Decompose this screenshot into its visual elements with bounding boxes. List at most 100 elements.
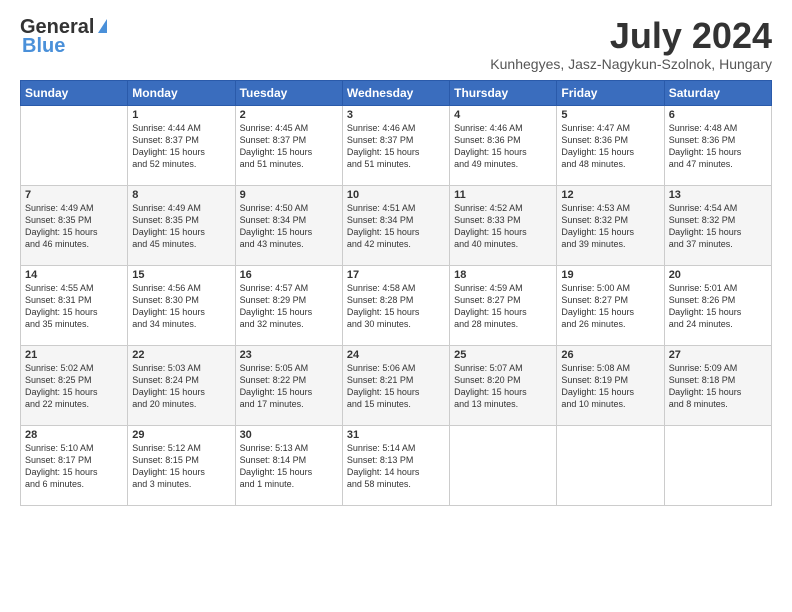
day-info: Sunrise: 5:03 AMSunset: 8:24 PMDaylight:… (132, 362, 230, 411)
day-number: 1 (132, 109, 230, 121)
calendar-week-0: 1Sunrise: 4:44 AMSunset: 8:37 PMDaylight… (21, 105, 772, 185)
calendar-week-4: 28Sunrise: 5:10 AMSunset: 8:17 PMDayligh… (21, 425, 772, 505)
day-number: 23 (240, 349, 338, 361)
day-info: Sunrise: 4:56 AMSunset: 8:30 PMDaylight:… (132, 282, 230, 331)
calendar-cell: 26Sunrise: 5:08 AMSunset: 8:19 PMDayligh… (557, 345, 664, 425)
calendar-cell: 17Sunrise: 4:58 AMSunset: 8:28 PMDayligh… (342, 265, 449, 345)
day-number: 18 (454, 269, 552, 281)
day-info: Sunrise: 4:49 AMSunset: 8:35 PMDaylight:… (25, 202, 123, 251)
calendar-table: SundayMondayTuesdayWednesdayThursdayFrid… (20, 80, 772, 506)
day-info: Sunrise: 4:47 AMSunset: 8:36 PMDaylight:… (561, 122, 659, 171)
header-sunday: Sunday (21, 80, 128, 105)
header-saturday: Saturday (664, 80, 771, 105)
calendar-cell: 7Sunrise: 4:49 AMSunset: 8:35 PMDaylight… (21, 185, 128, 265)
day-info: Sunrise: 4:52 AMSunset: 8:33 PMDaylight:… (454, 202, 552, 251)
day-number: 13 (669, 189, 767, 201)
calendar-cell: 6Sunrise: 4:48 AMSunset: 8:36 PMDaylight… (664, 105, 771, 185)
logo: General Blue (20, 16, 107, 58)
page: General Blue July 2024 Kunhegyes, Jasz-N… (0, 0, 792, 612)
day-info: Sunrise: 5:07 AMSunset: 8:20 PMDaylight:… (454, 362, 552, 411)
calendar-cell: 3Sunrise: 4:46 AMSunset: 8:37 PMDaylight… (342, 105, 449, 185)
header: General Blue July 2024 Kunhegyes, Jasz-N… (20, 16, 772, 72)
day-info: Sunrise: 5:09 AMSunset: 8:18 PMDaylight:… (669, 362, 767, 411)
calendar-cell: 16Sunrise: 4:57 AMSunset: 8:29 PMDayligh… (235, 265, 342, 345)
calendar-cell: 30Sunrise: 5:13 AMSunset: 8:14 PMDayligh… (235, 425, 342, 505)
day-number: 6 (669, 109, 767, 121)
calendar-header-row: SundayMondayTuesdayWednesdayThursdayFrid… (21, 80, 772, 105)
calendar-cell: 21Sunrise: 5:02 AMSunset: 8:25 PMDayligh… (21, 345, 128, 425)
day-info: Sunrise: 4:54 AMSunset: 8:32 PMDaylight:… (669, 202, 767, 251)
day-number: 15 (132, 269, 230, 281)
day-info: Sunrise: 5:08 AMSunset: 8:19 PMDaylight:… (561, 362, 659, 411)
calendar-cell: 24Sunrise: 5:06 AMSunset: 8:21 PMDayligh… (342, 345, 449, 425)
day-number: 22 (132, 349, 230, 361)
day-number: 28 (25, 429, 123, 441)
header-monday: Monday (128, 80, 235, 105)
calendar-cell: 8Sunrise: 4:49 AMSunset: 8:35 PMDaylight… (128, 185, 235, 265)
day-number: 30 (240, 429, 338, 441)
calendar-cell: 11Sunrise: 4:52 AMSunset: 8:33 PMDayligh… (450, 185, 557, 265)
day-info: Sunrise: 4:51 AMSunset: 8:34 PMDaylight:… (347, 202, 445, 251)
calendar-cell: 13Sunrise: 4:54 AMSunset: 8:32 PMDayligh… (664, 185, 771, 265)
day-info: Sunrise: 5:01 AMSunset: 8:26 PMDaylight:… (669, 282, 767, 331)
calendar-cell: 18Sunrise: 4:59 AMSunset: 8:27 PMDayligh… (450, 265, 557, 345)
location: Kunhegyes, Jasz-Nagykun-Szolnok, Hungary (490, 56, 772, 72)
header-friday: Friday (557, 80, 664, 105)
day-number: 29 (132, 429, 230, 441)
day-number: 27 (669, 349, 767, 361)
month-title: July 2024 (490, 16, 772, 56)
day-info: Sunrise: 4:46 AMSunset: 8:37 PMDaylight:… (347, 122, 445, 171)
calendar-cell: 29Sunrise: 5:12 AMSunset: 8:15 PMDayligh… (128, 425, 235, 505)
day-info: Sunrise: 5:14 AMSunset: 8:13 PMDaylight:… (347, 442, 445, 491)
day-number: 26 (561, 349, 659, 361)
day-info: Sunrise: 4:57 AMSunset: 8:29 PMDaylight:… (240, 282, 338, 331)
day-number: 14 (25, 269, 123, 281)
day-number: 12 (561, 189, 659, 201)
calendar-cell (450, 425, 557, 505)
calendar-cell: 2Sunrise: 4:45 AMSunset: 8:37 PMDaylight… (235, 105, 342, 185)
day-info: Sunrise: 5:06 AMSunset: 8:21 PMDaylight:… (347, 362, 445, 411)
day-number: 21 (25, 349, 123, 361)
calendar-cell: 12Sunrise: 4:53 AMSunset: 8:32 PMDayligh… (557, 185, 664, 265)
day-info: Sunrise: 5:12 AMSunset: 8:15 PMDaylight:… (132, 442, 230, 491)
calendar-cell: 28Sunrise: 5:10 AMSunset: 8:17 PMDayligh… (21, 425, 128, 505)
day-info: Sunrise: 5:05 AMSunset: 8:22 PMDaylight:… (240, 362, 338, 411)
calendar-cell: 20Sunrise: 5:01 AMSunset: 8:26 PMDayligh… (664, 265, 771, 345)
calendar-week-1: 7Sunrise: 4:49 AMSunset: 8:35 PMDaylight… (21, 185, 772, 265)
day-info: Sunrise: 4:49 AMSunset: 8:35 PMDaylight:… (132, 202, 230, 251)
calendar-cell (664, 425, 771, 505)
day-number: 3 (347, 109, 445, 121)
calendar-cell (21, 105, 128, 185)
calendar-cell: 23Sunrise: 5:05 AMSunset: 8:22 PMDayligh… (235, 345, 342, 425)
day-number: 5 (561, 109, 659, 121)
day-number: 8 (132, 189, 230, 201)
logo-arrow-icon (98, 19, 107, 33)
day-info: Sunrise: 4:48 AMSunset: 8:36 PMDaylight:… (669, 122, 767, 171)
day-info: Sunrise: 5:13 AMSunset: 8:14 PMDaylight:… (240, 442, 338, 491)
calendar-cell: 10Sunrise: 4:51 AMSunset: 8:34 PMDayligh… (342, 185, 449, 265)
day-number: 17 (347, 269, 445, 281)
calendar-cell: 9Sunrise: 4:50 AMSunset: 8:34 PMDaylight… (235, 185, 342, 265)
calendar-cell (557, 425, 664, 505)
day-number: 24 (347, 349, 445, 361)
day-number: 9 (240, 189, 338, 201)
calendar-cell: 19Sunrise: 5:00 AMSunset: 8:27 PMDayligh… (557, 265, 664, 345)
day-info: Sunrise: 4:45 AMSunset: 8:37 PMDaylight:… (240, 122, 338, 171)
day-number: 2 (240, 109, 338, 121)
day-info: Sunrise: 4:44 AMSunset: 8:37 PMDaylight:… (132, 122, 230, 171)
calendar-cell: 22Sunrise: 5:03 AMSunset: 8:24 PMDayligh… (128, 345, 235, 425)
day-number: 16 (240, 269, 338, 281)
header-wednesday: Wednesday (342, 80, 449, 105)
header-tuesday: Tuesday (235, 80, 342, 105)
logo-blue-text: Blue (22, 35, 65, 58)
day-number: 11 (454, 189, 552, 201)
day-number: 10 (347, 189, 445, 201)
day-info: Sunrise: 5:10 AMSunset: 8:17 PMDaylight:… (25, 442, 123, 491)
day-info: Sunrise: 4:58 AMSunset: 8:28 PMDaylight:… (347, 282, 445, 331)
day-info: Sunrise: 4:55 AMSunset: 8:31 PMDaylight:… (25, 282, 123, 331)
day-number: 20 (669, 269, 767, 281)
calendar-cell: 1Sunrise: 4:44 AMSunset: 8:37 PMDaylight… (128, 105, 235, 185)
header-thursday: Thursday (450, 80, 557, 105)
title-section: July 2024 Kunhegyes, Jasz-Nagykun-Szolno… (490, 16, 772, 72)
day-number: 4 (454, 109, 552, 121)
